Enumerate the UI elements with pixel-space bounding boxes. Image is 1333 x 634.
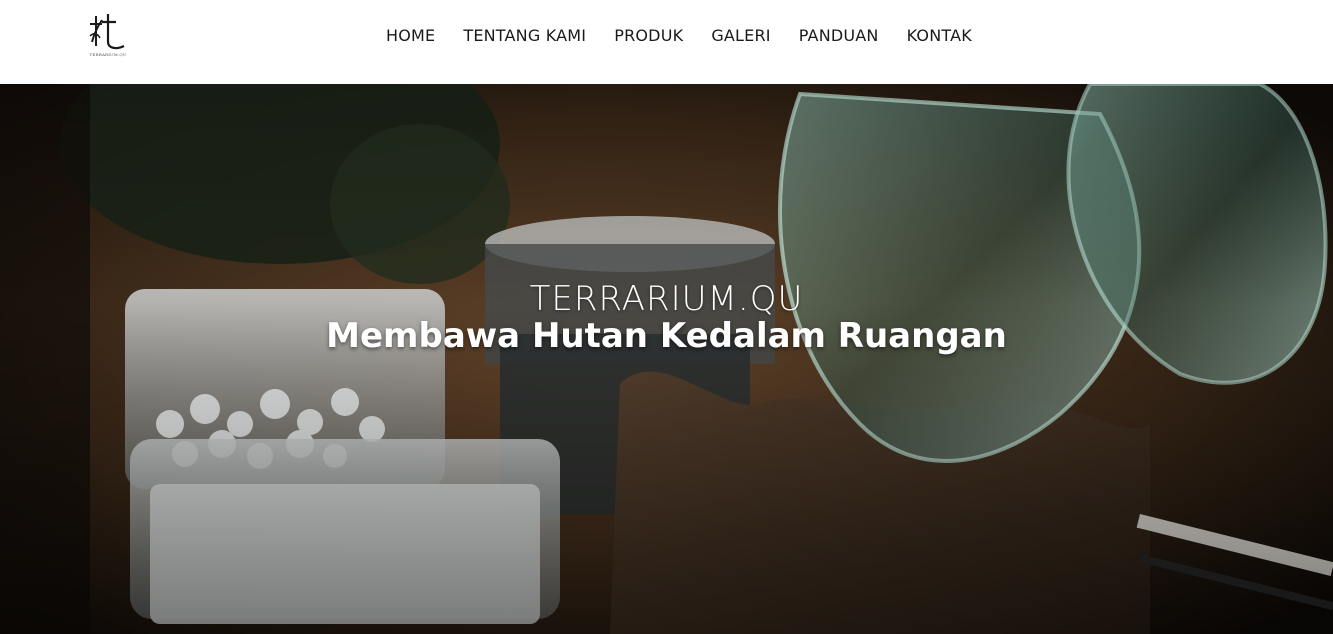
hero-overlay <box>0 84 1333 634</box>
nav-galeri[interactable]: GALERI <box>697 24 784 48</box>
hero-title: Membawa Hutan Kedalam Ruangan <box>326 316 1007 356</box>
nav-tentang-kami[interactable]: TENTANG KAMI <box>449 24 600 48</box>
logo-caption: TERRARIUM.QU <box>89 52 127 57</box>
nav-panduan[interactable]: PANDUAN <box>785 24 893 48</box>
nav-produk[interactable]: PRODUK <box>600 24 697 48</box>
terrarium-qu-logo-icon <box>89 14 125 50</box>
nav-home[interactable]: HOME <box>372 24 449 48</box>
site-header: TERRARIUM.QU HOME TENTANG KAMI PRODUK GA… <box>0 0 1333 84</box>
hero-section: TERRARIUM.QU Membawa Hutan Kedalam Ruang… <box>0 84 1333 634</box>
nav-kontak[interactable]: KONTAK <box>893 24 986 48</box>
brand-logo[interactable]: TERRARIUM.QU <box>86 12 130 62</box>
main-nav: HOME TENTANG KAMI PRODUK GALERI PANDUAN … <box>372 24 986 48</box>
hero-subtitle: TERRARIUM.QU <box>529 279 804 319</box>
